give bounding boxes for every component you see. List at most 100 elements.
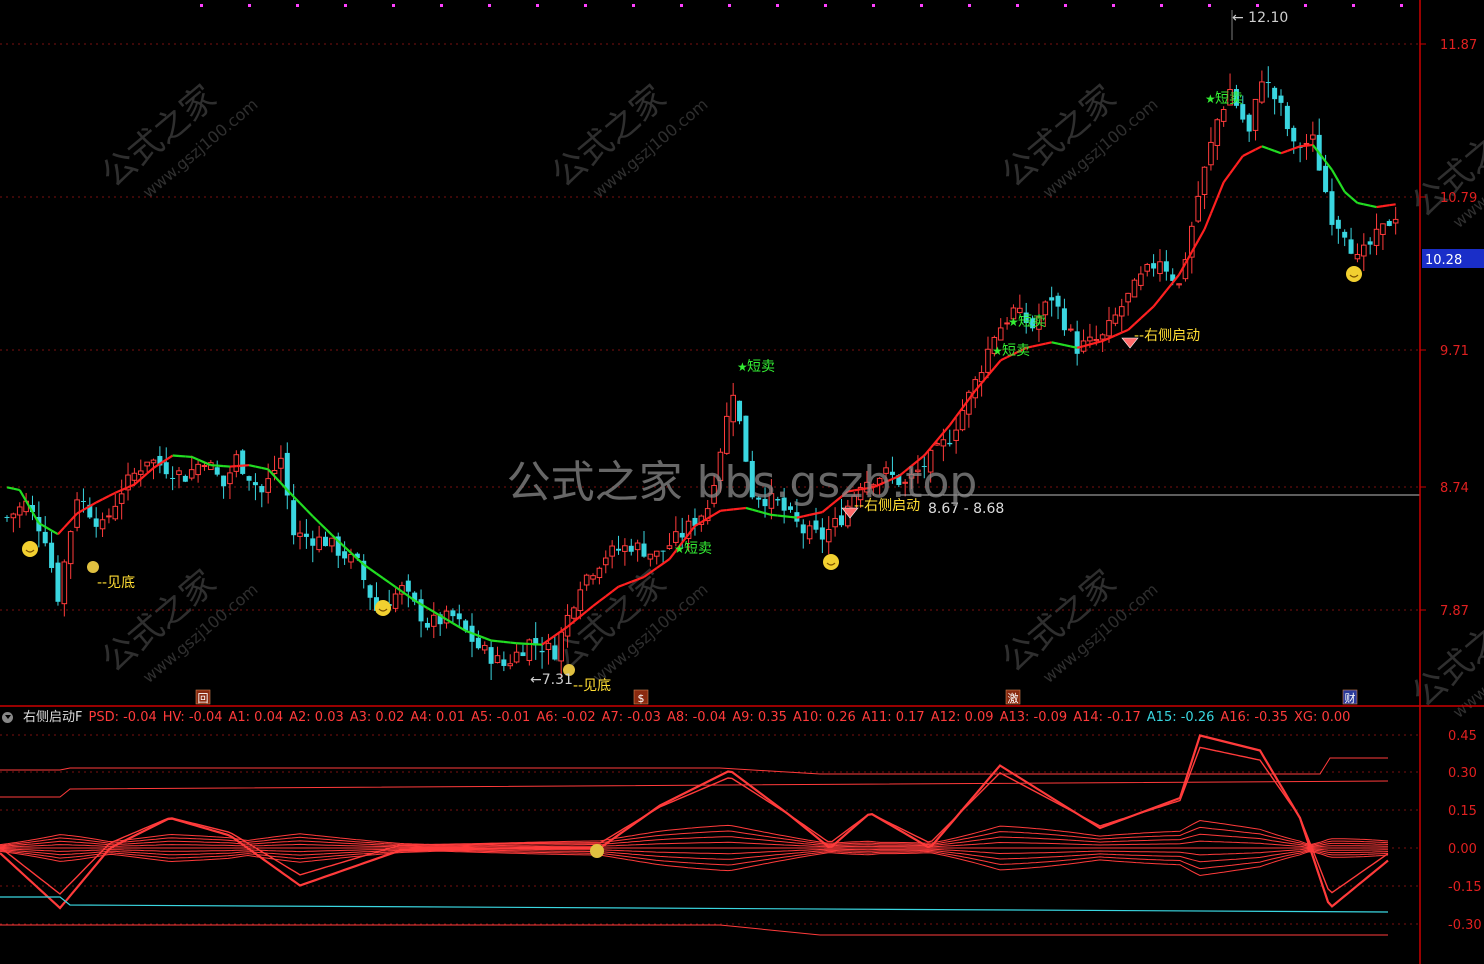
candle-body	[16, 506, 23, 516]
short-sell-label: 短卖	[1215, 91, 1243, 107]
candle-body	[1176, 283, 1182, 286]
candle-body	[959, 409, 966, 431]
candle-body	[616, 548, 622, 551]
candle-body	[42, 531, 48, 544]
candle-body	[1214, 119, 1221, 146]
date-marker-label: 财	[1345, 691, 1356, 705]
ma-segment	[1376, 205, 1384, 209]
candle-body	[1380, 223, 1386, 235]
ma-segment	[790, 515, 797, 519]
candle-body	[628, 545, 634, 552]
candle-body	[246, 476, 252, 481]
candle-body	[1042, 301, 1049, 316]
candle-body	[545, 642, 552, 650]
candle-body	[832, 518, 838, 528]
candle-body	[1112, 314, 1119, 324]
short-sell-label: 短卖	[1002, 343, 1030, 359]
candle-body	[1354, 253, 1361, 260]
candle-body	[1144, 263, 1151, 272]
candle-body	[1348, 239, 1354, 254]
candle-body	[456, 613, 462, 620]
candle-body	[303, 533, 309, 537]
top-dot	[1112, 4, 1115, 7]
candle-body	[214, 467, 220, 475]
ma-segment	[1306, 143, 1313, 147]
ma-segment	[510, 641, 517, 645]
candle-body	[622, 545, 628, 552]
candle-body	[583, 574, 590, 586]
collapse-icon[interactable]	[2, 712, 13, 723]
candle-body	[1099, 334, 1106, 340]
candle-body	[634, 542, 641, 551]
money-bag-icon	[87, 561, 99, 573]
candle-body	[163, 462, 169, 475]
candle-body	[1055, 295, 1061, 307]
candle-body	[1131, 279, 1138, 298]
candle-body	[475, 637, 481, 649]
candle-body	[233, 454, 240, 472]
candle-body	[1087, 336, 1093, 342]
candle-body	[1335, 219, 1341, 229]
ma-segment	[13, 487, 20, 492]
top-dot	[1304, 4, 1307, 7]
smiley-icon	[375, 600, 391, 616]
indicator-title[interactable]: 右侧启动F	[23, 710, 82, 725]
candle-body	[653, 550, 660, 557]
candle-body	[666, 545, 673, 549]
indicator-value-item: PSD: -0.04	[88, 710, 157, 725]
candle-body	[176, 470, 182, 476]
candle-body	[259, 486, 265, 493]
indicator-value-item: A6: -0.02	[536, 710, 596, 725]
candle-body	[1367, 241, 1373, 245]
ma-segment	[803, 513, 810, 518]
candle-body	[571, 607, 577, 619]
candle-body	[1342, 231, 1348, 238]
candle-body	[392, 593, 399, 609]
top-dot	[1064, 4, 1067, 7]
low-label: ←7.31	[530, 672, 573, 688]
stock-chart: 公式之家www.gszj100.com 公式之家www.gszj100.com 公式…	[0, 0, 1484, 964]
top-dot	[872, 4, 875, 7]
candle-body	[1067, 328, 1074, 331]
indicator-value-item: A3: 0.02	[349, 710, 405, 725]
indicator-tick-label: -0.30	[1448, 918, 1482, 933]
top-dot	[392, 4, 395, 7]
candle-body	[188, 469, 195, 479]
indicator-tick-label: 0.00	[1448, 842, 1477, 857]
candle-body	[1291, 127, 1297, 142]
candle-body	[1246, 114, 1252, 132]
ma-segment	[6, 486, 14, 490]
top-dot	[632, 4, 635, 7]
ma-segment	[777, 514, 785, 518]
date-marker-label: $	[638, 692, 645, 705]
candle-body	[1265, 82, 1271, 84]
candle-body	[93, 518, 99, 527]
top-dot	[488, 4, 491, 7]
candle-body	[501, 659, 507, 666]
candle-body	[182, 475, 188, 482]
top-dot	[1400, 4, 1403, 7]
indicator-tick-label: 0.30	[1448, 766, 1477, 781]
price-tick-label: 8.74	[1440, 481, 1469, 496]
bottom-label: --见底	[97, 575, 135, 591]
ma-segment	[255, 465, 263, 470]
candle-body	[49, 542, 55, 568]
candle-body	[1386, 221, 1392, 226]
candle-body	[55, 562, 61, 602]
price-tick-label: 7.87	[1440, 604, 1469, 619]
indicator-tick-label: -0.15	[1448, 880, 1482, 895]
top-dot	[680, 4, 683, 7]
candle-body	[10, 513, 17, 519]
candle-body	[838, 515, 844, 526]
candle-body	[647, 553, 654, 560]
candle-body	[1259, 81, 1265, 103]
candle-body	[61, 561, 68, 605]
candle-body	[660, 550, 666, 552]
top-dot	[776, 4, 779, 7]
indicator-value-item: A1: 0.04	[228, 710, 284, 725]
candle-body	[221, 475, 227, 487]
candle-body	[947, 442, 953, 445]
candle-body	[1303, 142, 1310, 145]
candle-body	[106, 515, 112, 518]
candle-body	[367, 585, 373, 598]
